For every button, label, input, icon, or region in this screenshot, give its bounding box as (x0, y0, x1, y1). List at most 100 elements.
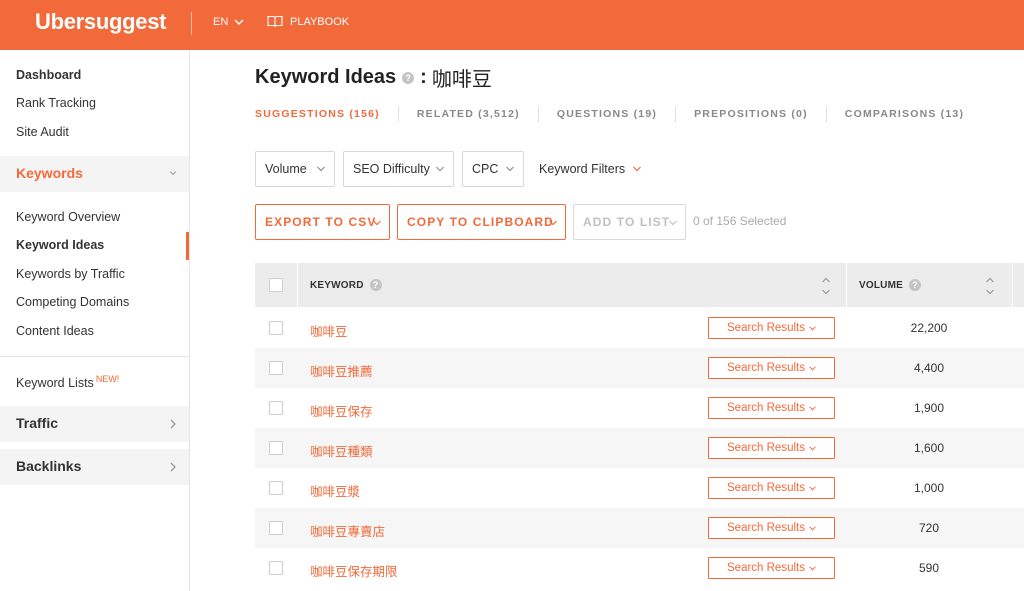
selected-count: 0 of 156 Selected (693, 214, 787, 228)
keyword-filters-label: Keyword Filters (539, 162, 626, 176)
row-checkbox[interactable] (269, 361, 283, 375)
search-results-label: Search Results (727, 522, 805, 534)
keyword-link[interactable]: 咖啡豆 (310, 321, 348, 340)
tab-suggestions[interactable]: SUGGESTIONS (156) (255, 108, 380, 120)
column-header-label: VOLUME (859, 279, 903, 291)
search-results-label: Search Results (727, 442, 805, 454)
chevron-down-icon (809, 485, 816, 490)
search-results-button[interactable]: Search Results (708, 557, 835, 579)
table-row: 咖啡豆專賣店 Search Results 720 (255, 508, 1024, 548)
keyword-link[interactable]: 咖啡豆推薦 (310, 361, 373, 380)
keyword-tabs: SUGGESTIONS (156) RELATED (3,512) QUESTI… (255, 106, 964, 122)
row-checkbox[interactable] (269, 481, 283, 495)
volume-filter-dropdown[interactable]: Volume (255, 151, 335, 187)
volume-value: 4,400 (913, 361, 945, 375)
column-header-keyword[interactable]: KEYWORD ? (310, 279, 382, 291)
chevron-down-icon (669, 220, 677, 226)
sidebar-section-label: Backlinks (16, 458, 82, 474)
row-checkbox[interactable] (269, 521, 283, 535)
searched-keyword: 咖啡豆 (431, 69, 492, 91)
chevron-down-icon (436, 166, 444, 172)
search-results-button[interactable]: Search Results (708, 317, 835, 339)
table-row: 咖啡豆漿 Search Results 1,000 (255, 468, 1024, 508)
volume-value: 1,600 (913, 441, 945, 455)
sidebar-section-backlinks[interactable]: Backlinks (0, 449, 189, 485)
sort-icon[interactable] (821, 276, 831, 296)
top-navbar: Ubersuggest EN PLAYBOOK (0, 0, 1024, 50)
row-checkbox[interactable] (269, 401, 283, 415)
sidebar-section-label: Keywords (16, 165, 83, 181)
help-icon[interactable]: ? (369, 279, 382, 291)
keyword-link[interactable]: 咖啡豆漿 (310, 481, 360, 500)
sidebar-item-keywords-by-traffic[interactable]: Keywords by Traffic (16, 267, 125, 281)
volume-value: 720 (918, 521, 940, 535)
copy-to-clipboard-button[interactable]: COPY TO CLIPBOARD (397, 204, 566, 240)
volume-value: 22,200 (910, 321, 948, 335)
seo-difficulty-filter-dropdown[interactable]: SEO Difficulty (343, 151, 454, 187)
active-indicator (186, 232, 189, 260)
tab-prepositions[interactable]: PREPOSITIONS (0) (694, 108, 808, 120)
chevron-down-icon (809, 325, 816, 330)
playbook-link[interactable]: PLAYBOOK (267, 15, 349, 28)
column-divider (1012, 263, 1013, 307)
sidebar-item-keyword-lists[interactable]: Keyword Lists NEW! (16, 374, 119, 390)
tab-comparisons[interactable]: COMPARISONS (13) (845, 108, 964, 120)
row-checkbox[interactable] (269, 441, 283, 455)
column-header-label: KEYWORD (310, 279, 364, 291)
keyword-filters-toggle[interactable]: Keyword Filters (539, 162, 642, 176)
dropdown-label: SEO Difficulty (353, 162, 430, 176)
tab-divider (397, 106, 399, 122)
ubersuggest-logo[interactable]: Ubersuggest (35, 9, 166, 35)
table-row: 咖啡豆推薦 Search Results 4,400 (255, 348, 1024, 388)
sidebar-section-keywords[interactable]: Keywords (0, 156, 189, 192)
button-label: ADD TO LIST (583, 215, 671, 229)
table-row: 咖啡豆保存 Search Results 1,900 (255, 388, 1024, 428)
sidebar-section-traffic[interactable]: Traffic (0, 406, 189, 442)
keyword-link[interactable]: 咖啡豆專賣店 (310, 521, 385, 540)
keyword-link[interactable]: 咖啡豆保存期限 (310, 561, 398, 580)
new-badge: NEW! (95, 374, 120, 384)
column-header-volume[interactable]: VOLUME ? (859, 279, 921, 291)
tab-related[interactable]: RELATED (3,512) (417, 108, 520, 120)
search-results-button[interactable]: Search Results (708, 397, 835, 419)
chevron-down-icon (809, 445, 816, 450)
search-results-button[interactable]: Search Results (708, 517, 835, 539)
column-divider (846, 263, 847, 307)
search-results-label: Search Results (727, 322, 805, 334)
search-results-label: Search Results (727, 482, 805, 494)
keyword-link[interactable]: 咖啡豆種類 (310, 441, 373, 460)
help-icon[interactable]: ? (402, 71, 415, 84)
chevron-down-icon (809, 405, 816, 410)
search-results-button[interactable]: Search Results (708, 437, 835, 459)
sort-icon[interactable] (985, 276, 995, 296)
sidebar-item-rank-tracking[interactable]: Rank Tracking (16, 96, 96, 110)
sidebar-item-keyword-ideas[interactable]: Keyword Ideas (16, 238, 104, 252)
chevron-down-icon (317, 166, 325, 172)
sidebar-item-competing-domains[interactable]: Competing Domains (16, 295, 129, 309)
cpc-filter-dropdown[interactable]: CPC (462, 151, 524, 187)
dropdown-label: Volume (265, 162, 307, 176)
tab-questions[interactable]: QUESTIONS (19) (557, 108, 657, 120)
sidebar-item-dashboard[interactable]: Dashboard (16, 68, 81, 82)
button-label: EXPORT TO CSV (265, 215, 377, 229)
chevron-down-icon (506, 166, 514, 172)
playbook-label: PLAYBOOK (290, 15, 350, 28)
keyword-link[interactable]: 咖啡豆保存 (310, 401, 373, 420)
sidebar-item-content-ideas[interactable]: Content Ideas (16, 324, 94, 338)
help-icon[interactable]: ? (908, 279, 921, 291)
export-csv-button[interactable]: EXPORT TO CSV (255, 204, 390, 240)
sidebar-item-site-audit[interactable]: Site Audit (16, 125, 69, 139)
sidebar-item-keyword-overview[interactable]: Keyword Overview (16, 210, 120, 224)
search-results-button[interactable]: Search Results (708, 477, 835, 499)
language-selector[interactable]: EN (213, 16, 244, 28)
row-checkbox[interactable] (269, 321, 283, 335)
add-to-list-button[interactable]: ADD TO LIST (573, 204, 686, 240)
row-checkbox[interactable] (269, 561, 283, 575)
title-separator: : (420, 66, 427, 88)
chevron-down-icon (373, 220, 381, 226)
dropdown-label: CPC (472, 162, 499, 176)
select-all-checkbox[interactable] (269, 278, 283, 292)
button-label: COPY TO CLIPBOARD (407, 215, 554, 229)
search-results-button[interactable]: Search Results (708, 357, 835, 379)
chevron-down-icon (169, 171, 177, 176)
